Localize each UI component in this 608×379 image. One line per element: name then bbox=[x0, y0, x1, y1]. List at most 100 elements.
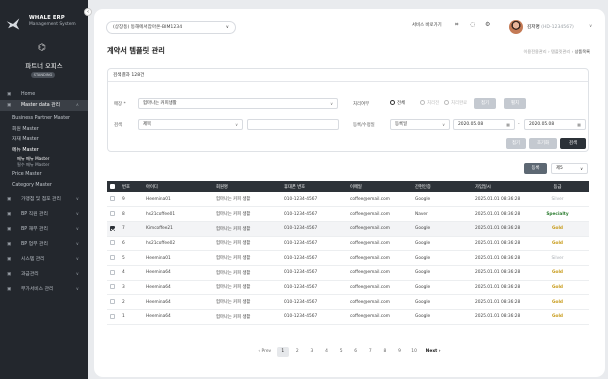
date-type-select[interactable]: 등록일 ∨ bbox=[390, 119, 450, 130]
radio-done[interactable]: 처리완료 bbox=[444, 100, 467, 106]
radio-all[interactable]: 전체 bbox=[390, 100, 405, 106]
row-checkbox[interactable] bbox=[110, 313, 115, 319]
select-all-checkbox[interactable] bbox=[110, 183, 115, 189]
table-row[interactable]: 2 Heemina64 험마나는 커피 생활 010-1234-4567 coffee@… bbox=[107, 294, 589, 310]
page-number[interactable]: 2 bbox=[291, 347, 303, 357]
breadcrumb-item[interactable]: 템플릿관리 bbox=[551, 49, 570, 54]
table-cell: coffee@email.com bbox=[347, 250, 412, 266]
page-number[interactable]: 3 bbox=[306, 347, 318, 357]
chat-icon[interactable]: ◌ bbox=[470, 21, 475, 28]
row-checkbox[interactable] bbox=[110, 225, 115, 231]
main-content: (상장동) 동해에서잡아온-BIM1234 ∨ 서비스 바로가기 ⌗ ◌ ⚙ 김… bbox=[94, 9, 605, 377]
chevron-down-icon: ∨ bbox=[75, 242, 79, 247]
table-cell: 7 bbox=[119, 221, 143, 237]
submenu-item[interactable]: 회원 Master bbox=[0, 125, 88, 136]
submenu-item[interactable]: Category Master bbox=[0, 181, 88, 192]
row-checkbox[interactable] bbox=[110, 269, 115, 275]
sidebar-item[interactable]: ▣ 가맹점 및 점포 관리 ∨ bbox=[0, 192, 88, 207]
row-select-cell[interactable] bbox=[107, 280, 119, 296]
chevron-down-icon: ∨ bbox=[75, 287, 79, 292]
row-checkbox[interactable] bbox=[110, 196, 115, 202]
select-all-cell[interactable] bbox=[107, 181, 119, 192]
table-row[interactable]: 5 Heemina01 험마나는 커피 생활 010-1234-4567 coffee@… bbox=[107, 250, 589, 266]
table-cell: Google bbox=[412, 265, 472, 281]
sidebar-item[interactable]: ▣ BP 업무 관리 ∨ bbox=[0, 237, 88, 252]
category-select[interactable]: 험마나는 커피생활 ∨ bbox=[138, 98, 338, 109]
sidebar-item[interactable]: ▣ BP 재무 관리 ∨ bbox=[0, 222, 88, 237]
row-select-cell[interactable] bbox=[107, 206, 119, 222]
sidebar-item[interactable]: ▣ Home bbox=[0, 89, 88, 100]
register-button[interactable]: 등록 bbox=[524, 163, 547, 174]
page-number[interactable]: 4 bbox=[321, 347, 333, 357]
row-select-cell[interactable] bbox=[107, 294, 119, 310]
submenu-item[interactable]: 메뉴 Master bbox=[0, 146, 88, 157]
sidebar-menu: ▣ Home ▣ Master data 관리 ∧ Business Partner Ma… bbox=[0, 89, 88, 297]
radio-pending[interactable]: 처리전 bbox=[420, 100, 439, 106]
sidebar-item[interactable]: ▣ 시스템 관리 ∨ bbox=[0, 252, 88, 267]
row-select-cell[interactable] bbox=[107, 236, 119, 252]
table-row[interactable]: 3 Heemina64 험마나는 커피 생활 010-1234-4567 coffee@… bbox=[107, 280, 589, 296]
sidebar-item[interactable]: ▣ 부가서비스 관리 ∨ bbox=[0, 282, 88, 297]
sidebar-collapse-button[interactable]: ‹ bbox=[84, 8, 92, 16]
table-row[interactable]: 8 hs21coffee01 험마나는 커피 생활 010-1234-4567 coff… bbox=[107, 206, 589, 222]
filter-button-a[interactable]: 접기 bbox=[474, 98, 496, 109]
table-row[interactable]: 7 Kimcoffee21 험마나는 커피 생활 010-1234-4567 coffe… bbox=[107, 221, 589, 237]
calendar-icon: ▦ bbox=[577, 122, 581, 127]
row-checkbox[interactable] bbox=[110, 299, 115, 305]
settings-icon[interactable]: ⚙ bbox=[485, 21, 490, 28]
user-name[interactable]: 김저명 (HD-1234567) bbox=[527, 24, 574, 30]
chevron-down-icon[interactable]: ∨ bbox=[589, 24, 592, 29]
breadcrumb-item[interactable]: 이용전용관리 bbox=[524, 49, 547, 54]
table-cell: 010-1234-4567 bbox=[281, 294, 347, 310]
table-row[interactable]: 1 Heemina64 험마나는 커피 생활 010-1234-4567 coffee@… bbox=[107, 309, 589, 325]
gear-icon: ▣ bbox=[7, 257, 12, 262]
row-checkbox[interactable] bbox=[110, 284, 115, 290]
sidebar-item[interactable]: ▣ 과금관리 ∨ bbox=[0, 267, 88, 282]
page-size-select[interactable]: 제5 ∨ bbox=[551, 163, 588, 174]
submenu-item[interactable]: 자재 Master bbox=[0, 135, 88, 146]
company-select[interactable]: (상장동) 동해에서잡아온-BIM1234 ∨ bbox=[106, 21, 236, 34]
grade-badge: Gold bbox=[526, 294, 589, 310]
page-number[interactable]: 6 bbox=[350, 347, 362, 357]
next-page-button[interactable]: Next › bbox=[423, 347, 444, 357]
date-from-input[interactable]: 2020.05.08 ▦ bbox=[453, 119, 515, 130]
date-to-input[interactable]: 2020.05.08 ▦ bbox=[524, 119, 586, 130]
submenu-item[interactable]: Price Master bbox=[0, 170, 88, 181]
grade-badge: Gold bbox=[526, 280, 589, 296]
row-select-cell[interactable] bbox=[107, 309, 119, 325]
row-select-cell[interactable] bbox=[107, 221, 119, 237]
prev-page-button[interactable]: ‹ Prev bbox=[255, 347, 274, 357]
avatar[interactable] bbox=[509, 20, 523, 34]
filter-button-b[interactable]: 펼치 bbox=[504, 98, 526, 109]
row-select-cell[interactable] bbox=[107, 192, 119, 208]
row-checkbox[interactable] bbox=[110, 240, 115, 246]
search-type-select[interactable]: 제목 ∨ bbox=[138, 119, 243, 130]
page-number[interactable]: 1 bbox=[276, 347, 289, 357]
row-checkbox[interactable] bbox=[110, 255, 115, 261]
sidebar-item[interactable]: ▣ Master data 관리 ∧ bbox=[0, 100, 88, 111]
page-number[interactable]: 5 bbox=[335, 347, 347, 357]
table-row[interactable]: 9 Heemina01 험마나는 커피 생활 010-1234-4567 coffee@… bbox=[107, 192, 589, 208]
fold-button[interactable]: 접기 bbox=[506, 138, 526, 149]
row-select-cell[interactable] bbox=[107, 250, 119, 266]
service-link[interactable]: 서비스 바로가기 bbox=[412, 22, 442, 28]
company-select-value: (상장동) 동해에서잡아온-BIM1234 bbox=[113, 25, 183, 30]
submenu-item[interactable]: Business Partner Master bbox=[0, 114, 88, 125]
table-cell: 2025.01.01 08:36:28 bbox=[472, 250, 526, 266]
table-row[interactable]: 6 hs21coffee02 험마나는 커피 생활 010-1234-4567 coff… bbox=[107, 236, 589, 252]
column-header: 등급 bbox=[526, 181, 589, 192]
table-row[interactable]: 4 Heemina64 험마나는 커피 생활 010-1234-4567 coffee@… bbox=[107, 265, 589, 281]
table-cell: Heemina01 bbox=[143, 250, 213, 266]
search-button[interactable]: 검색 bbox=[560, 138, 586, 149]
row-select-cell[interactable] bbox=[107, 265, 119, 281]
page-number[interactable]: 9 bbox=[393, 347, 405, 357]
page-number[interactable]: 10 bbox=[408, 347, 420, 357]
sidebar-item[interactable]: ▣ BP 직원 관리 ∨ bbox=[0, 207, 88, 222]
search-input[interactable] bbox=[247, 119, 339, 130]
page-number[interactable]: 8 bbox=[379, 347, 391, 357]
row-checkbox[interactable] bbox=[110, 211, 115, 217]
reset-button[interactable]: 초기화 bbox=[529, 138, 557, 149]
grid-apps-icon[interactable]: ⌗ bbox=[455, 21, 458, 29]
page-number[interactable]: 7 bbox=[364, 347, 376, 357]
table-cell: 2025.01.01 08:36:28 bbox=[472, 236, 526, 252]
